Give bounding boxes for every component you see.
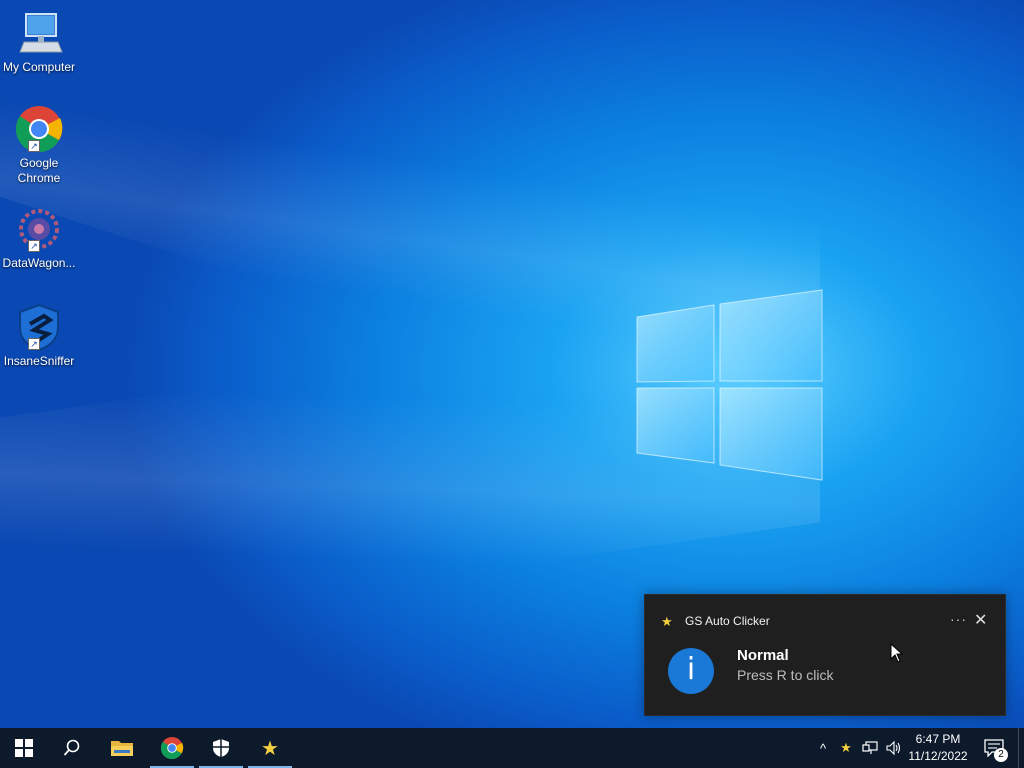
search-icon [63,739,80,756]
toast-app-name: GS Auto Clicker [685,614,770,628]
star-icon: ★ [661,614,673,629]
clock-date: 11/12/2022 [908,749,968,763]
notification-count-badge: 2 [994,748,1008,762]
tray-network[interactable] [858,728,882,768]
network-icon [862,741,878,754]
windows-wallpaper-logo [636,289,823,481]
star-icon: ★ [261,737,279,760]
security-taskbar-button[interactable] [197,728,245,768]
shield-icon [213,739,229,757]
desktop-icon-label: Google Chrome [17,156,61,185]
folder-icon [111,741,133,756]
shortcut-arrow-icon: ↗ [28,338,40,350]
toast-title: Normal [737,647,789,664]
chevron-up-icon: ^ [819,740,827,756]
insanesniffer-icon: ↗ [14,302,64,352]
star-icon: ★ [840,740,852,755]
desktop-icon-google-chrome[interactable]: ↗ Google Chrome [0,104,78,186]
chrome-icon: ↗ [14,104,64,154]
toast-close-button[interactable]: ✕ [974,610,987,630]
toast-more-options-button[interactable]: ··· [950,611,967,627]
windows-icon [15,739,33,757]
chrome-icon [160,736,184,760]
desktop-icon-label: DataWagon... [2,256,76,270]
start-button[interactable] [0,728,48,768]
show-hidden-icons-button[interactable]: ^ [812,728,834,768]
tray-gs-auto-clicker[interactable]: ★ [836,728,856,768]
desktop: My Computer ↗ Google Chrome ↗ DataWagon.… [0,0,1024,728]
toast-notification[interactable]: ★ GS Auto Clicker ··· ✕ i Normal Press R… [644,594,1006,716]
shortcut-arrow-icon: ↗ [28,140,40,152]
chrome-taskbar-button[interactable] [148,728,196,768]
desktop-icon-insanesniffer[interactable]: ↗ InsaneSniffer [0,302,78,369]
gs-auto-clicker-taskbar-button[interactable]: ★ [246,728,294,768]
computer-icon [14,8,64,58]
desktop-icon-label: InsaneSniffer [3,354,75,368]
clock-time: 6:47 PM [915,732,961,746]
action-center-button[interactable]: 2 [978,728,1016,768]
desktop-icon-datawagon[interactable]: ↗ DataWagon... [0,204,78,271]
shortcut-arrow-icon: ↗ [28,240,40,252]
volume-icon [886,741,901,755]
info-icon: i [668,648,714,694]
mouse-cursor-icon [890,643,904,663]
taskbar: ★ ^ ★ 6:47 PM 11/12/2022 2 [0,728,1024,768]
desktop-icon-label: My Computer [2,60,76,74]
show-desktop-button[interactable] [1018,728,1024,768]
desktop-icon-my-computer[interactable]: My Computer [0,8,78,75]
toast-body: Press R to click [737,667,834,683]
file-explorer-button[interactable] [98,728,146,768]
clock[interactable]: 6:47 PM 11/12/2022 [902,731,974,765]
search-button[interactable] [48,728,96,768]
datawagon-icon: ↗ [14,204,64,254]
